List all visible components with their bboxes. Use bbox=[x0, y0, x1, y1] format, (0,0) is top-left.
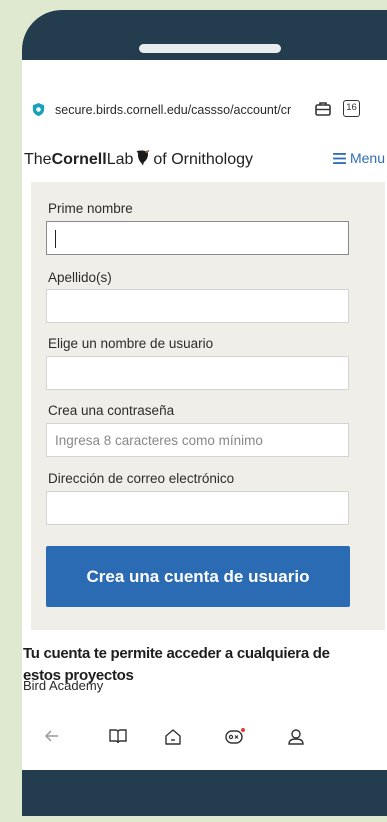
cornell-lab-logo[interactable]: TheCornellLab of Ornithology bbox=[24, 148, 253, 169]
url-text[interactable]: secure.birds.cornell.edu/cassso/account/… bbox=[55, 103, 308, 117]
phone-speaker bbox=[139, 44, 281, 53]
logo-cornell: Cornell bbox=[51, 151, 107, 168]
phone-bottom-bezel bbox=[22, 770, 387, 816]
text-caret bbox=[55, 230, 56, 248]
back-arrow-icon[interactable] bbox=[44, 728, 60, 744]
hamburger-icon bbox=[333, 152, 346, 164]
bird-logo-icon bbox=[137, 150, 150, 166]
tabs-count: 16 bbox=[346, 102, 357, 113]
password-label: Crea una contraseña bbox=[48, 403, 175, 418]
shield-icon bbox=[32, 102, 45, 117]
logo-lab: Lab bbox=[106, 151, 134, 168]
first-name-label: Prime nombre bbox=[48, 201, 133, 216]
menu-button[interactable]: Menu bbox=[333, 150, 385, 166]
logo-the: The bbox=[24, 151, 52, 168]
last-name-label: Apellido(s) bbox=[48, 270, 112, 285]
username-input[interactable] bbox=[46, 356, 349, 390]
project-bird-academy[interactable]: Bird Academy bbox=[23, 678, 103, 693]
password-input[interactable]: Ingresa 8 caracteres como mínimo bbox=[46, 423, 349, 457]
create-account-button[interactable]: Crea una cuenta de usuario bbox=[46, 546, 350, 607]
browser-bottom-toolbar bbox=[22, 723, 387, 770]
briefcase-icon[interactable] bbox=[314, 100, 332, 118]
username-label: Elige un nombre de usuario bbox=[48, 336, 214, 351]
browser-screen: secure.birds.cornell.edu/cassso/account/… bbox=[22, 60, 387, 770]
first-name-input[interactable] bbox=[46, 221, 349, 255]
password-placeholder: Ingresa 8 caracteres como mínimo bbox=[55, 433, 263, 448]
menu-label: Menu bbox=[349, 150, 385, 166]
logo-ornithology: of Ornithology bbox=[153, 151, 254, 168]
book-icon[interactable] bbox=[109, 728, 127, 744]
email-input[interactable] bbox=[46, 491, 349, 525]
browser-url-bar[interactable]: secure.birds.cornell.edu/cassso/account/… bbox=[22, 60, 387, 140]
last-name-input[interactable] bbox=[46, 289, 349, 323]
profile-icon[interactable] bbox=[287, 728, 305, 746]
tabs-count-button[interactable]: 16 bbox=[343, 100, 360, 117]
game-controller-icon[interactable] bbox=[224, 728, 246, 746]
email-label: Dirección de correo electrónico bbox=[48, 471, 235, 486]
home-icon[interactable] bbox=[164, 728, 182, 746]
